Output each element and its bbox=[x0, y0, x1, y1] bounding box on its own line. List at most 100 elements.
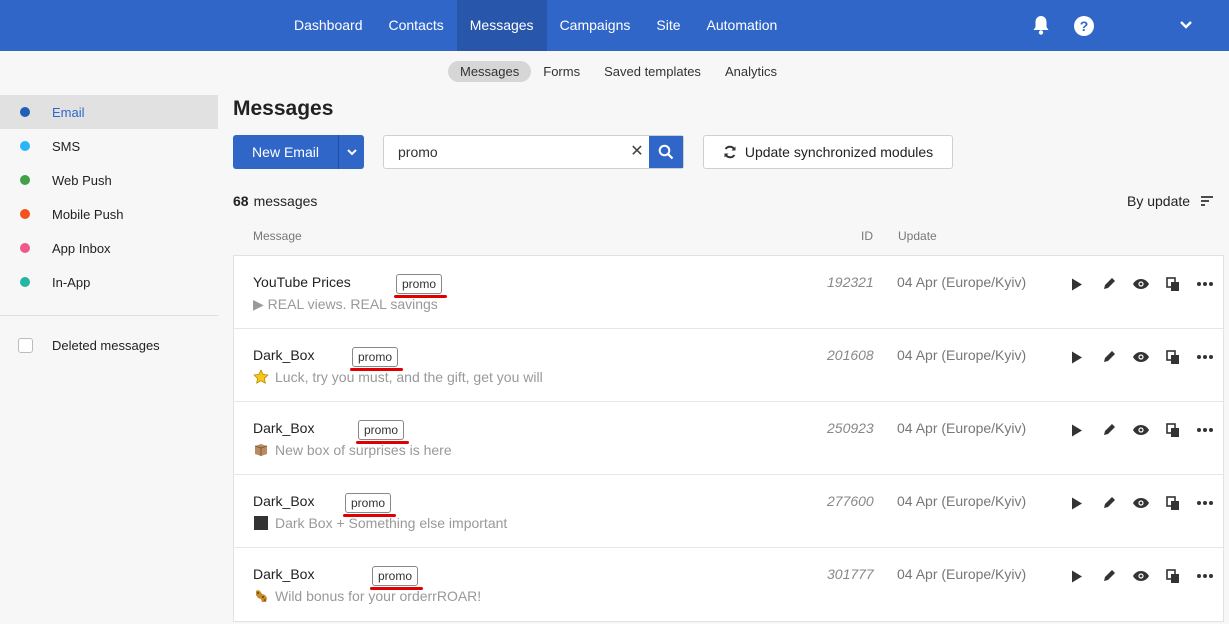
update-synchronized-modules-button[interactable]: Update synchronized modules bbox=[703, 135, 953, 169]
nav-contacts[interactable]: Contacts bbox=[376, 0, 457, 51]
tag-badge[interactable]: promo bbox=[358, 420, 405, 440]
sidebar-item-sms[interactable]: SMS bbox=[0, 129, 218, 163]
message-date: 04 Apr (Europe/Kyiv) bbox=[897, 347, 1027, 363]
sort-dropdown[interactable]: By update bbox=[1127, 193, 1214, 209]
send-icon[interactable] bbox=[1061, 493, 1093, 513]
send-icon[interactable] bbox=[1061, 274, 1093, 294]
table-row[interactable]: Dark_Box promo Wild bonus for your order… bbox=[234, 548, 1223, 621]
channel-dot-icon bbox=[20, 107, 30, 117]
message-name[interactable]: Dark_Box bbox=[253, 420, 314, 436]
send-icon[interactable] bbox=[1061, 347, 1093, 367]
new-email-button[interactable]: New Email bbox=[233, 135, 338, 169]
sidebar-item-email[interactable]: Email bbox=[0, 95, 218, 129]
sidebar-item-in-app[interactable]: In-App bbox=[0, 265, 218, 299]
nav-campaigns[interactable]: Campaigns bbox=[547, 0, 644, 51]
more-options-icon[interactable] bbox=[1189, 566, 1221, 586]
subnav-forms[interactable]: Forms bbox=[531, 61, 592, 82]
more-options-icon[interactable] bbox=[1189, 274, 1221, 294]
leopard-icon bbox=[253, 588, 269, 604]
deleted-messages-label: Deleted messages bbox=[52, 337, 160, 353]
search-input[interactable] bbox=[384, 136, 625, 168]
sidebar-item-web-push[interactable]: Web Push bbox=[0, 163, 218, 197]
tag-badge[interactable]: promo bbox=[372, 566, 419, 586]
table-row[interactable]: YouTube Prices promo ▶ REAL views. REAL … bbox=[234, 256, 1223, 329]
chevron-down-icon[interactable] bbox=[1178, 18, 1200, 40]
tag-badge[interactable]: promo bbox=[352, 347, 399, 367]
row-actions bbox=[1061, 566, 1221, 586]
message-name[interactable]: YouTube Prices bbox=[253, 274, 351, 290]
more-options-icon[interactable] bbox=[1189, 347, 1221, 367]
channel-sidebar: Email SMS Web Push Mobile Push App Inbox… bbox=[0, 95, 218, 360]
message-name[interactable]: Dark_Box bbox=[253, 347, 314, 363]
nav-automation[interactable]: Automation bbox=[694, 0, 791, 51]
preview-eye-icon[interactable] bbox=[1125, 347, 1157, 367]
preview-eye-icon[interactable] bbox=[1125, 274, 1157, 294]
row-actions bbox=[1061, 420, 1221, 440]
table-row[interactable]: Dark_Box promo Luck, try you must, and t… bbox=[234, 329, 1223, 402]
search-button[interactable] bbox=[649, 136, 683, 168]
deleted-messages-checkbox[interactable] bbox=[18, 337, 33, 353]
top-navigation-bar: Dashboard Contacts Messages Campaigns Si… bbox=[0, 0, 1229, 51]
message-date: 04 Apr (Europe/Kyiv) bbox=[897, 420, 1027, 436]
message-date: 04 Apr (Europe/Kyiv) bbox=[897, 493, 1027, 509]
nav-dashboard[interactable]: Dashboard bbox=[281, 0, 376, 51]
message-name[interactable]: Dark_Box bbox=[253, 493, 314, 509]
message-id: 192321 bbox=[827, 274, 874, 290]
channel-dot-icon bbox=[20, 243, 30, 253]
subnav-messages[interactable]: Messages bbox=[448, 60, 532, 82]
nav-messages[interactable]: Messages bbox=[456, 0, 547, 51]
sidebar-item-label: In-App bbox=[52, 274, 91, 290]
preview-eye-icon[interactable] bbox=[1125, 420, 1157, 440]
copy-icon[interactable] bbox=[1157, 420, 1189, 440]
box-icon bbox=[253, 442, 269, 458]
sidebar-item-label: Web Push bbox=[52, 172, 112, 188]
column-header-id: ID bbox=[861, 229, 873, 243]
tag-badge[interactable]: promo bbox=[345, 493, 392, 513]
copy-icon[interactable] bbox=[1157, 493, 1189, 513]
help-icon[interactable]: ? bbox=[1074, 16, 1094, 36]
new-email-dropdown-button[interactable] bbox=[338, 135, 364, 169]
tag-badge[interactable]: promo bbox=[396, 274, 443, 294]
send-icon[interactable] bbox=[1061, 566, 1093, 586]
copy-icon[interactable] bbox=[1157, 566, 1189, 586]
message-date: 04 Apr (Europe/Kyiv) bbox=[897, 274, 1027, 290]
sidebar-item-label: Mobile Push bbox=[52, 206, 124, 222]
message-subject: Luck, try you must, and the gift, get yo… bbox=[253, 369, 543, 385]
copy-icon[interactable] bbox=[1157, 274, 1189, 294]
message-name[interactable]: Dark_Box bbox=[253, 566, 314, 582]
sidebar-item-label: App Inbox bbox=[52, 240, 111, 256]
edit-pencil-icon[interactable] bbox=[1093, 566, 1125, 586]
edit-pencil-icon[interactable] bbox=[1093, 274, 1125, 294]
preview-eye-icon[interactable] bbox=[1125, 566, 1157, 586]
sidebar-item-app-inbox[interactable]: App Inbox bbox=[0, 231, 218, 265]
top-nav: Dashboard Contacts Messages Campaigns Si… bbox=[281, 0, 790, 51]
search-box: ✕ bbox=[383, 135, 684, 169]
messages-list: YouTube Prices promo ▶ REAL views. REAL … bbox=[233, 255, 1224, 622]
sort-label: By update bbox=[1127, 193, 1191, 209]
chevron-down-icon bbox=[346, 149, 357, 156]
bell-icon[interactable] bbox=[1031, 14, 1053, 36]
deleted-messages-toggle[interactable]: Deleted messages bbox=[0, 330, 218, 360]
edit-pencil-icon[interactable] bbox=[1093, 493, 1125, 513]
send-icon[interactable] bbox=[1061, 420, 1093, 440]
preview-eye-icon[interactable] bbox=[1125, 493, 1157, 513]
edit-pencil-icon[interactable] bbox=[1093, 420, 1125, 440]
more-options-icon[interactable] bbox=[1189, 420, 1221, 440]
subnav-analytics[interactable]: Analytics bbox=[713, 61, 789, 82]
clear-search-icon[interactable]: ✕ bbox=[625, 136, 649, 168]
table-row[interactable]: Dark_Box promo New box of surprises is h… bbox=[234, 402, 1223, 475]
nav-site[interactable]: Site bbox=[643, 0, 693, 51]
more-options-icon[interactable] bbox=[1189, 493, 1221, 513]
row-actions bbox=[1061, 347, 1221, 367]
edit-pencil-icon[interactable] bbox=[1093, 347, 1125, 367]
sidebar-item-mobile-push[interactable]: Mobile Push bbox=[0, 197, 218, 231]
copy-icon[interactable] bbox=[1157, 347, 1189, 367]
message-subject: Wild bonus for your orderrROAR! bbox=[253, 588, 481, 604]
message-id: 201608 bbox=[827, 347, 874, 363]
message-id: 301777 bbox=[827, 566, 874, 582]
table-row[interactable]: Dark_Box promo Dark Box + Something else… bbox=[234, 475, 1223, 548]
black-square-icon bbox=[253, 515, 269, 531]
subnav-saved-templates[interactable]: Saved templates bbox=[592, 61, 713, 82]
sidebar-item-label: Email bbox=[52, 104, 85, 120]
channel-dot-icon bbox=[20, 141, 30, 151]
